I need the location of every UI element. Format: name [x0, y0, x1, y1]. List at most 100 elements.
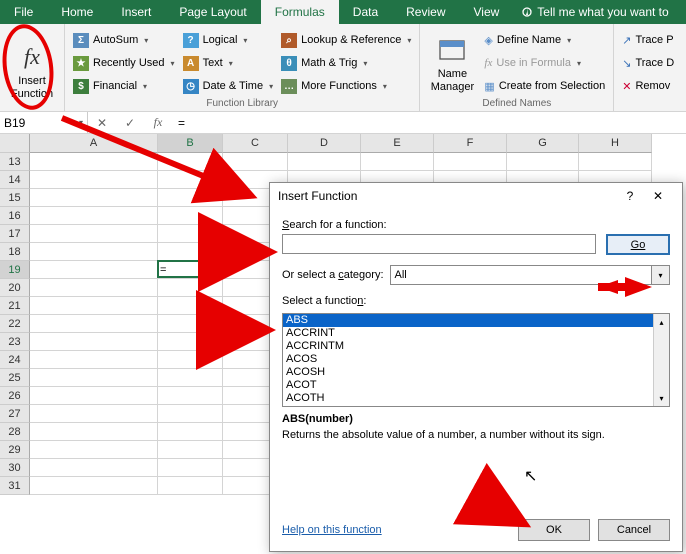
row-header-30[interactable]: 30: [0, 459, 30, 477]
tab-home[interactable]: Home: [47, 0, 107, 24]
cell-B29[interactable]: [158, 441, 223, 459]
row-header-27[interactable]: 27: [0, 405, 30, 423]
cell-A18[interactable]: [30, 243, 158, 261]
recently-used-button[interactable]: ★Recently Used▾: [71, 53, 177, 73]
tab-formulas[interactable]: Formulas: [261, 0, 339, 24]
cell-B30[interactable]: [158, 459, 223, 477]
function-item[interactable]: ACOS: [283, 353, 653, 366]
cancel-edit-button[interactable]: ✕: [88, 112, 116, 134]
row-header-31[interactable]: 31: [0, 477, 30, 495]
cell-A20[interactable]: [30, 279, 158, 297]
cell-A25[interactable]: [30, 369, 158, 387]
row-header-24[interactable]: 24: [0, 351, 30, 369]
cell-E13[interactable]: [361, 153, 434, 171]
row-header-22[interactable]: 22: [0, 315, 30, 333]
define-name-button[interactable]: ◈Define Name▾: [482, 30, 607, 50]
help-button[interactable]: ?: [618, 189, 642, 203]
tab-page-layout[interactable]: Page Layout: [165, 0, 260, 24]
category-select[interactable]: All ▾: [390, 265, 671, 285]
cell-B31[interactable]: [158, 477, 223, 495]
cell-B16[interactable]: [158, 207, 223, 225]
cell-B23[interactable]: [158, 333, 223, 351]
cell-A29[interactable]: [30, 441, 158, 459]
formula-input[interactable]: =: [172, 112, 686, 133]
cell-A21[interactable]: [30, 297, 158, 315]
lookup-ref-button[interactable]: ⌕Lookup & Reference▾: [279, 30, 413, 50]
cell-A14[interactable]: [30, 171, 158, 189]
cell-B20[interactable]: [158, 279, 223, 297]
tab-data[interactable]: Data: [339, 0, 392, 24]
function-item[interactable]: ACCRINT: [283, 327, 653, 340]
trace-dependents-button[interactable]: ↘Trace D: [620, 53, 676, 73]
cell-A22[interactable]: [30, 315, 158, 333]
cell-B26[interactable]: [158, 387, 223, 405]
fx-button[interactable]: fx: [144, 112, 172, 134]
cell-A31[interactable]: [30, 477, 158, 495]
function-item[interactable]: ABS: [283, 314, 653, 327]
row-header-13[interactable]: 13: [0, 153, 30, 171]
use-in-formula-button[interactable]: fxUse in Formula▾: [482, 53, 607, 73]
function-item[interactable]: ACOSH: [283, 366, 653, 379]
financial-button[interactable]: $Financial▾: [71, 76, 177, 96]
cell-A13[interactable]: [30, 153, 158, 171]
row-header-16[interactable]: 16: [0, 207, 30, 225]
date-time-button[interactable]: ◷Date & Time▾: [181, 76, 276, 96]
cell-C13[interactable]: [223, 153, 288, 171]
cell-B14[interactable]: [158, 171, 223, 189]
help-link[interactable]: Help on this function: [282, 524, 510, 536]
col-header-H[interactable]: H: [579, 134, 652, 153]
row-header-26[interactable]: 26: [0, 387, 30, 405]
cell-B22[interactable]: [158, 315, 223, 333]
remove-arrows-button[interactable]: ✕Remov: [620, 76, 676, 96]
cell-G13[interactable]: [507, 153, 579, 171]
col-header-B[interactable]: B: [158, 134, 223, 153]
scrollbar[interactable]: ▴▾: [653, 314, 669, 406]
cell-B15[interactable]: [158, 189, 223, 207]
cell-A17[interactable]: [30, 225, 158, 243]
tab-view[interactable]: View: [460, 0, 514, 24]
cell-A23[interactable]: [30, 333, 158, 351]
cell-F13[interactable]: [434, 153, 507, 171]
cell-H13[interactable]: [579, 153, 652, 171]
function-list[interactable]: ABSACCRINTACCRINTMACOSACOSHACOTACOTH ▴▾: [282, 313, 670, 407]
row-header-20[interactable]: 20: [0, 279, 30, 297]
enter-edit-button[interactable]: ✓: [116, 112, 144, 134]
cell-A30[interactable]: [30, 459, 158, 477]
ok-button[interactable]: OK: [518, 519, 590, 541]
cell-A16[interactable]: [30, 207, 158, 225]
col-header-F[interactable]: F: [434, 134, 507, 153]
logical-button[interactable]: ?Logical▾: [181, 30, 276, 50]
col-header-A[interactable]: A: [30, 134, 158, 153]
row-header-17[interactable]: 17: [0, 225, 30, 243]
insert-function-button[interactable]: fx Insert Function: [6, 26, 58, 111]
trace-precedents-button[interactable]: ↗Trace P: [620, 30, 676, 50]
row-header-19[interactable]: 19: [0, 261, 30, 279]
cell-A15[interactable]: [30, 189, 158, 207]
search-input[interactable]: [282, 234, 596, 254]
cell-B25[interactable]: [158, 369, 223, 387]
cell-B21[interactable]: [158, 297, 223, 315]
row-header-29[interactable]: 29: [0, 441, 30, 459]
cell-A24[interactable]: [30, 351, 158, 369]
row-header-28[interactable]: 28: [0, 423, 30, 441]
cell-A27[interactable]: [30, 405, 158, 423]
text-button[interactable]: AText▾: [181, 53, 276, 73]
cell-B19[interactable]: =: [158, 261, 223, 279]
row-header-21[interactable]: 21: [0, 297, 30, 315]
col-header-E[interactable]: E: [361, 134, 434, 153]
math-trig-button[interactable]: θMath & Trig▾: [279, 53, 413, 73]
name-box[interactable]: B19▾: [0, 112, 88, 133]
tab-review[interactable]: Review: [392, 0, 459, 24]
cell-A26[interactable]: [30, 387, 158, 405]
col-header-C[interactable]: C: [223, 134, 288, 153]
cell-B24[interactable]: [158, 351, 223, 369]
dialog-titlebar[interactable]: Insert Function ? ✕: [270, 183, 682, 209]
function-item[interactable]: ACOT: [283, 379, 653, 392]
row-header-18[interactable]: 18: [0, 243, 30, 261]
tab-insert[interactable]: Insert: [107, 0, 165, 24]
cell-D13[interactable]: [288, 153, 361, 171]
more-functions-button[interactable]: …More Functions▾: [279, 76, 413, 96]
cell-B18[interactable]: [158, 243, 223, 261]
row-header-23[interactable]: 23: [0, 333, 30, 351]
col-header-D[interactable]: D: [288, 134, 361, 153]
